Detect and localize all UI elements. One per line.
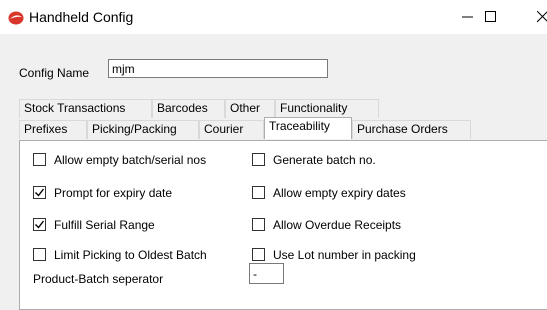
checkbox-allow-overdue[interactable] bbox=[252, 218, 265, 231]
checkbox-allow-empty-batch[interactable] bbox=[33, 153, 46, 166]
label-allow-empty-expiry: Allow empty expiry dates bbox=[273, 186, 406, 200]
label-fulfill-serial-range: Fulfill Serial Range bbox=[54, 218, 155, 232]
tab-functionality[interactable]: Functionality bbox=[275, 99, 379, 118]
window-title: Handheld Config bbox=[29, 9, 134, 25]
close-button[interactable] bbox=[520, 0, 547, 34]
checkbox-prompt-expiry[interactable] bbox=[33, 186, 46, 199]
tab-picking-packing[interactable]: Picking/Packing bbox=[87, 120, 199, 139]
title-bar: Handheld Config bbox=[0, 0, 547, 34]
label-allow-empty-batch: Allow empty batch/serial nos bbox=[54, 153, 207, 167]
checkmark-icon bbox=[35, 220, 44, 229]
checkbox-limit-picking-oldest[interactable] bbox=[33, 248, 46, 261]
label-use-lot-number: Use Lot number in packing bbox=[273, 248, 416, 262]
red-logo-icon bbox=[8, 11, 24, 25]
maximize-button[interactable] bbox=[468, 0, 514, 34]
checkbox-fulfill-serial-range[interactable] bbox=[33, 218, 46, 231]
tab-prefixes[interactable]: Prefixes bbox=[19, 120, 87, 139]
checkbox-allow-empty-expiry[interactable] bbox=[252, 186, 265, 199]
tab-purchase-orders[interactable]: Purchase Orders bbox=[352, 120, 471, 139]
label-generate-batch: Generate batch no. bbox=[273, 153, 376, 167]
config-name-input[interactable] bbox=[108, 59, 328, 78]
label-limit-picking-oldest: Limit Picking to Oldest Batch bbox=[54, 248, 207, 262]
checkmark-icon bbox=[35, 188, 44, 197]
tab-stock-transactions[interactable]: Stock Transactions bbox=[19, 99, 152, 118]
label-allow-overdue: Allow Overdue Receipts bbox=[273, 218, 402, 232]
config-name-label: Config Name bbox=[19, 66, 90, 80]
tab-barcodes[interactable]: Barcodes bbox=[152, 99, 225, 118]
tab-other[interactable]: Other bbox=[225, 99, 275, 118]
label-prompt-expiry: Prompt for expiry date bbox=[54, 186, 173, 200]
tab-courier[interactable]: Courier bbox=[199, 120, 264, 139]
maximize-icon bbox=[485, 11, 496, 22]
product-batch-separator-input[interactable] bbox=[249, 263, 284, 284]
tab-traceability[interactable]: Traceability bbox=[264, 117, 352, 139]
close-icon bbox=[537, 11, 547, 23]
label-product-batch-separator: Product-Batch seperator bbox=[33, 272, 164, 286]
checkbox-generate-batch[interactable] bbox=[252, 153, 265, 166]
checkbox-use-lot-number[interactable] bbox=[252, 248, 265, 261]
